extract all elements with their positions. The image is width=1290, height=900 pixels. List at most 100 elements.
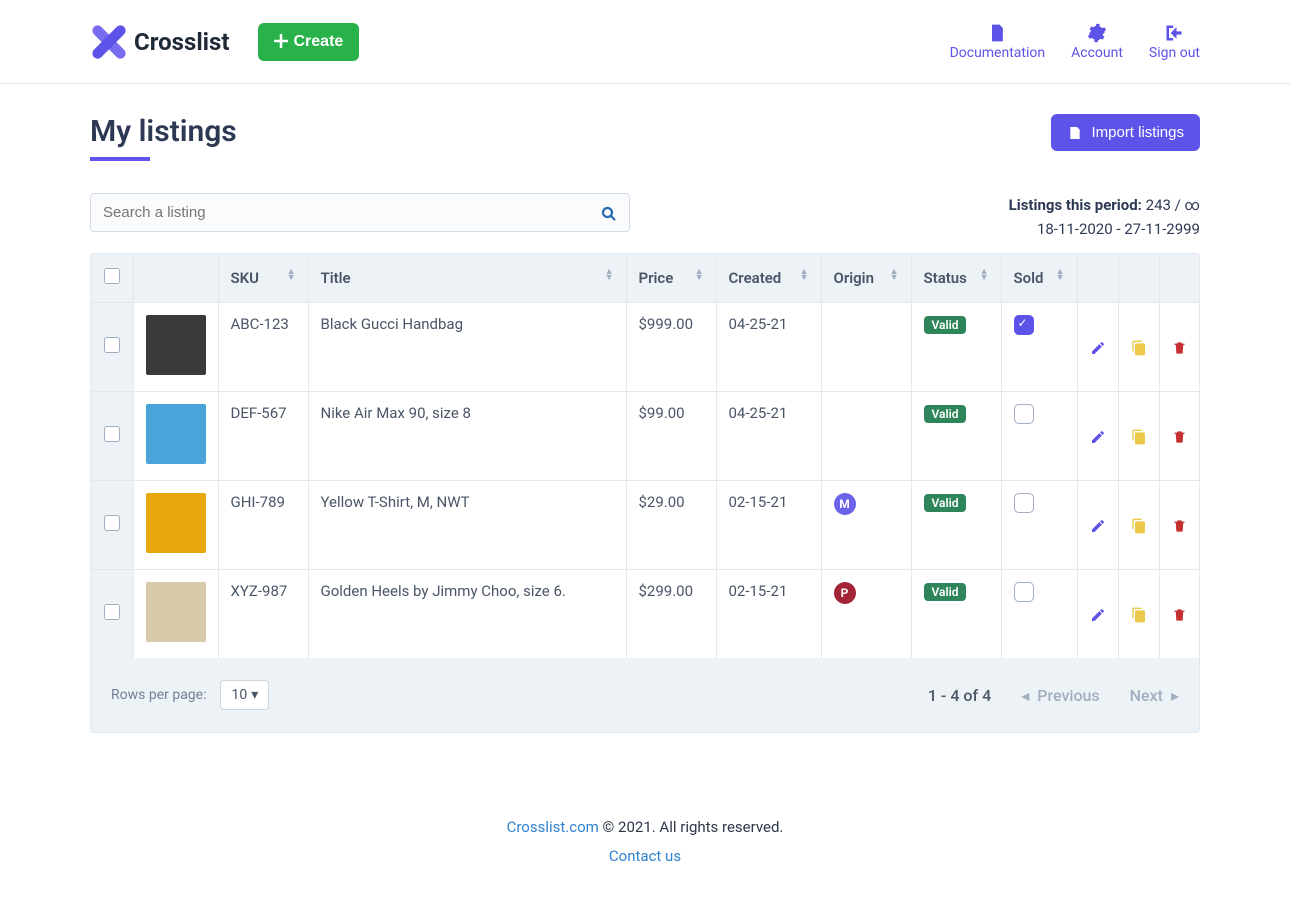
chevron-right-icon: ▸ bbox=[1171, 686, 1179, 705]
select-all-checkbox[interactable] bbox=[104, 268, 120, 284]
cell-status: Valid bbox=[911, 303, 1001, 392]
cell-sold bbox=[1001, 481, 1077, 570]
col-delete bbox=[1159, 254, 1199, 303]
edit-icon[interactable] bbox=[1090, 338, 1106, 356]
sort-icon: ▲▼ bbox=[980, 269, 989, 281]
listing-thumbnail[interactable] bbox=[146, 493, 206, 553]
trash-icon[interactable] bbox=[1172, 516, 1187, 534]
import-label: Import listings bbox=[1091, 124, 1184, 141]
trash-icon[interactable] bbox=[1172, 338, 1187, 356]
cell-created: 04-25-21 bbox=[716, 392, 821, 481]
nav-account[interactable]: Account bbox=[1071, 23, 1123, 61]
period-stats: Listings this period: 243 / ∞ 18-11-2020… bbox=[1009, 193, 1200, 241]
sold-checkbox[interactable] bbox=[1014, 404, 1034, 424]
footer-link[interactable]: Crosslist.com bbox=[507, 818, 599, 836]
row-checkbox[interactable] bbox=[104, 515, 120, 531]
col-sku[interactable]: SKU▲▼ bbox=[218, 254, 308, 303]
footer-contact[interactable]: Contact us bbox=[609, 847, 681, 865]
pager: 1 - 4 of 4 ◂ Previous Next ▸ bbox=[928, 686, 1179, 705]
trash-icon[interactable] bbox=[1172, 427, 1187, 445]
search-icon[interactable] bbox=[600, 204, 618, 222]
cell-price: $299.00 bbox=[626, 570, 716, 659]
nav-documentation[interactable]: Documentation bbox=[950, 23, 1046, 61]
sold-checkbox[interactable] bbox=[1014, 493, 1034, 513]
nav-label: Sign out bbox=[1149, 45, 1200, 61]
nav-label: Account bbox=[1071, 45, 1123, 61]
nav-label: Documentation bbox=[950, 45, 1046, 61]
cell-origin: M bbox=[821, 481, 911, 570]
origin-badge: P bbox=[834, 582, 856, 604]
col-sold[interactable]: Sold▲▼ bbox=[1001, 254, 1077, 303]
sort-icon: ▲▼ bbox=[800, 269, 809, 281]
cell-price: $99.00 bbox=[626, 392, 716, 481]
header: Crosslist Create Documentation Account bbox=[0, 0, 1290, 84]
listing-thumbnail[interactable] bbox=[146, 315, 206, 375]
listing-thumbnail[interactable] bbox=[146, 582, 206, 642]
page-title: My listings bbox=[90, 114, 257, 161]
brand-logo[interactable]: Crosslist bbox=[90, 23, 230, 61]
sort-icon: ▲▼ bbox=[287, 269, 296, 281]
row-checkbox[interactable] bbox=[104, 604, 120, 620]
cell-status: Valid bbox=[911, 392, 1001, 481]
row-checkbox[interactable] bbox=[104, 426, 120, 442]
col-price[interactable]: Price▲▼ bbox=[626, 254, 716, 303]
table-row: XYZ-987Golden Heels by Jimmy Choo, size … bbox=[91, 570, 1199, 659]
cell-sku: DEF-567 bbox=[218, 392, 308, 481]
listing-thumbnail[interactable] bbox=[146, 404, 206, 464]
sold-checkbox[interactable] bbox=[1014, 582, 1034, 602]
trash-icon[interactable] bbox=[1172, 605, 1187, 623]
cell-title: Black Gucci Handbag bbox=[308, 303, 626, 392]
col-status[interactable]: Status▲▼ bbox=[911, 254, 1001, 303]
cell-status: Valid bbox=[911, 570, 1001, 659]
chevron-down-icon: ▾ bbox=[251, 687, 258, 703]
col-created[interactable]: Created▲▼ bbox=[716, 254, 821, 303]
signout-icon bbox=[1164, 23, 1184, 43]
chevron-left-icon: ◂ bbox=[1021, 686, 1029, 705]
cell-title: Golden Heels by Jimmy Choo, size 6. bbox=[308, 570, 626, 659]
logo-mark-icon bbox=[90, 23, 128, 61]
page-range: 1 - 4 of 4 bbox=[928, 686, 991, 705]
col-copy bbox=[1118, 254, 1159, 303]
cell-title: Nike Air Max 90, size 8 bbox=[308, 392, 626, 481]
sort-icon: ▲▼ bbox=[695, 269, 704, 281]
copy-icon[interactable] bbox=[1131, 427, 1147, 445]
table-footer: Rows per page: 10 ▾ 1 - 4 of 4 ◂ Previou… bbox=[91, 658, 1199, 732]
copy-icon[interactable] bbox=[1131, 605, 1147, 623]
search-input[interactable] bbox=[90, 193, 630, 232]
cell-sold bbox=[1001, 570, 1077, 659]
col-origin[interactable]: Origin▲▼ bbox=[821, 254, 911, 303]
origin-badge: M bbox=[834, 493, 856, 515]
sold-checkbox[interactable] bbox=[1014, 315, 1034, 335]
footer-rights: © 2021. All rights reserved. bbox=[599, 818, 784, 836]
cell-sold bbox=[1001, 303, 1077, 392]
next-button[interactable]: Next ▸ bbox=[1130, 686, 1179, 705]
sort-icon: ▲▼ bbox=[1056, 269, 1065, 281]
period-label: Listings this period: bbox=[1009, 196, 1142, 214]
cell-title: Yellow T-Shirt, M, NWT bbox=[308, 481, 626, 570]
col-title[interactable]: Title▲▼ bbox=[308, 254, 626, 303]
import-listings-button[interactable]: Import listings bbox=[1051, 114, 1200, 151]
cell-status: Valid bbox=[911, 481, 1001, 570]
cell-created: 02-15-21 bbox=[716, 570, 821, 659]
copy-icon[interactable] bbox=[1131, 338, 1147, 356]
edit-icon[interactable] bbox=[1090, 427, 1106, 445]
cell-price: $999.00 bbox=[626, 303, 716, 392]
cell-origin: P bbox=[821, 570, 911, 659]
cell-sku: ABC-123 bbox=[218, 303, 308, 392]
table-row: GHI-789Yellow T-Shirt, M, NWT$29.0002-15… bbox=[91, 481, 1199, 570]
cell-origin bbox=[821, 392, 911, 481]
rows-select[interactable]: 10 ▾ bbox=[220, 680, 269, 710]
edit-icon[interactable] bbox=[1090, 516, 1106, 534]
page: My listings Import listings Listings thi… bbox=[90, 84, 1200, 773]
cell-created: 04-25-21 bbox=[716, 303, 821, 392]
copy-icon[interactable] bbox=[1131, 516, 1147, 534]
edit-icon[interactable] bbox=[1090, 605, 1106, 623]
import-icon bbox=[1067, 124, 1083, 141]
col-thumb bbox=[133, 254, 218, 303]
row-checkbox[interactable] bbox=[104, 337, 120, 353]
nav-signout[interactable]: Sign out bbox=[1149, 23, 1200, 61]
create-button[interactable]: Create bbox=[258, 23, 360, 61]
sort-icon: ▲▼ bbox=[890, 269, 899, 281]
prev-button[interactable]: ◂ Previous bbox=[1021, 686, 1099, 705]
rows-per-page: Rows per page: 10 ▾ bbox=[111, 680, 269, 710]
